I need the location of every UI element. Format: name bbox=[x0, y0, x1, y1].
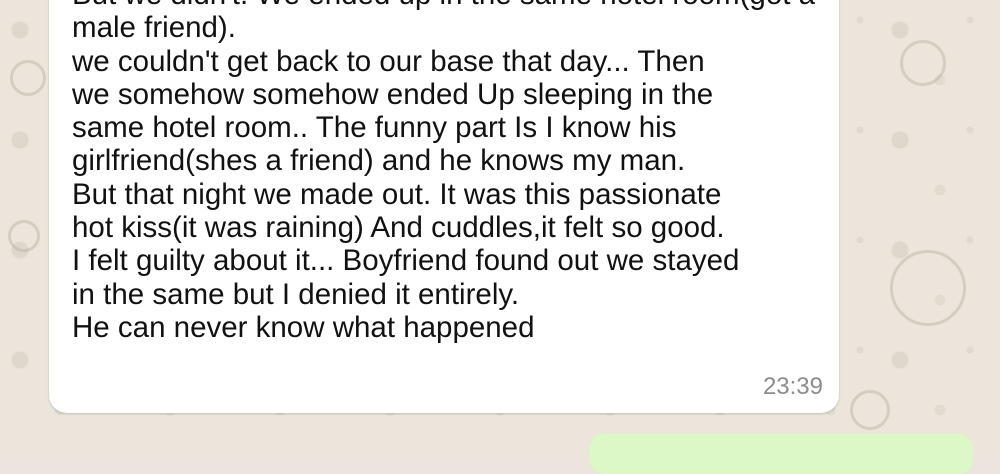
message-line: hot kiss(it was raining) And cuddles,it … bbox=[72, 211, 725, 245]
message-timestamp: 23:39 bbox=[762, 373, 823, 400]
message-line: But that night we made out. It was this … bbox=[72, 177, 722, 211]
wallpaper-doodle-icon bbox=[900, 40, 946, 86]
outgoing-message-bubble[interactable] bbox=[590, 434, 973, 474]
message-text: But we didn't. We ended up in the same h… bbox=[72, 0, 832, 344]
message-line: But we didn't. We ended up in the same h… bbox=[72, 0, 832, 11]
message-line: we somehow somehow ended Up sleeping in … bbox=[72, 77, 714, 111]
incoming-message-bubble[interactable]: But we didn't. We ended up in the same h… bbox=[49, 0, 839, 413]
message-line: girlfriend(shes a friend) and he knows m… bbox=[72, 144, 686, 178]
wallpaper-doodle-icon bbox=[8, 220, 40, 252]
wallpaper-doodle-icon bbox=[890, 250, 966, 326]
message-line: He can never know what happened bbox=[72, 310, 535, 344]
wallpaper-doodle-icon bbox=[10, 60, 46, 96]
message-line: in the same but I denied it entirely. bbox=[72, 277, 520, 311]
message-line: same hotel room.. The funny part Is I kn… bbox=[72, 111, 677, 145]
wallpaper-doodle-icon bbox=[850, 390, 890, 430]
message-line: male friend). bbox=[72, 11, 236, 45]
message-line: I felt guilty about it... Boyfriend foun… bbox=[72, 244, 740, 278]
message-line: we couldn't get back to our base that da… bbox=[72, 44, 705, 78]
